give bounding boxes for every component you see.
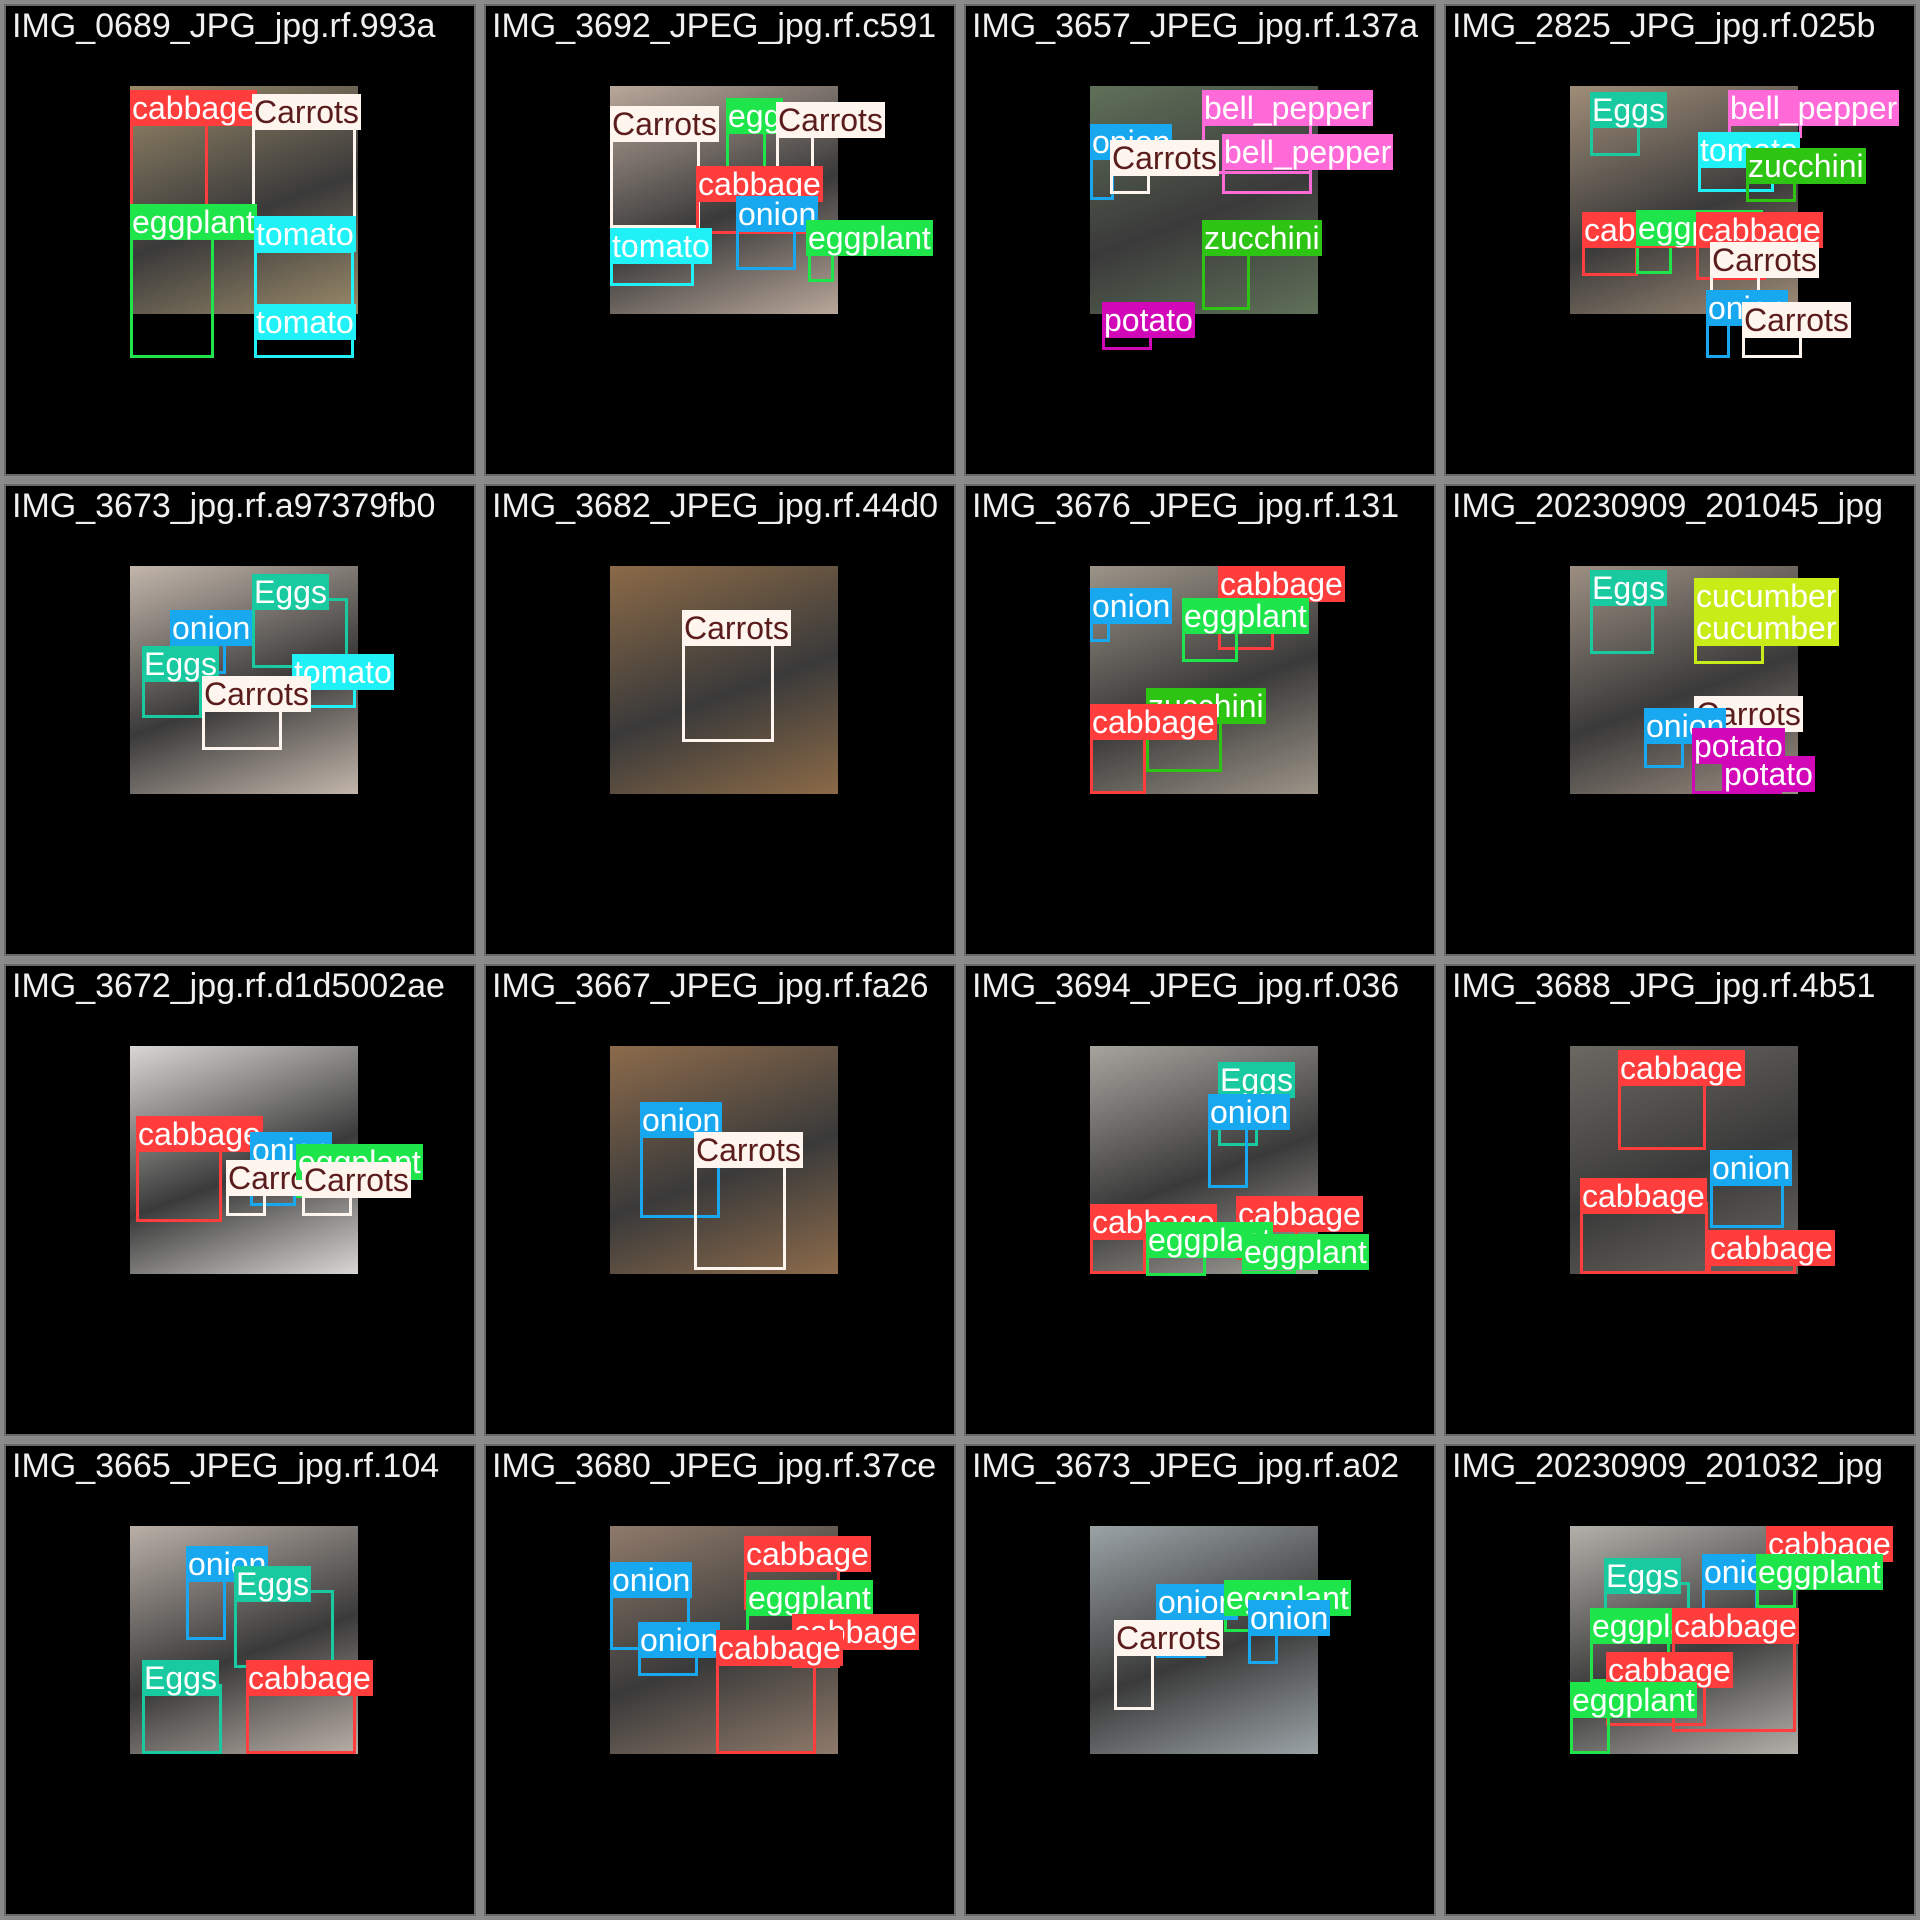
detection-label: egg — [726, 98, 784, 134]
detection-label: Eggs — [1590, 570, 1667, 606]
detection-label: potato — [1102, 302, 1195, 338]
detection-box — [130, 228, 214, 358]
tile-filename: IMG_20230909_201032_jpg — [1452, 1447, 1884, 1485]
tile-filename: IMG_2825_JPG_jpg.rf.025b — [1452, 7, 1876, 45]
mosaic-tile: IMG_3692_JPEG_jpg.rf.c591 Carrots egg Carro… — [484, 4, 956, 476]
detection-label: zucchini — [1202, 220, 1322, 256]
detection-label: Carrots — [682, 610, 791, 646]
tile-filename: IMG_3672_jpg.rf.d1d5002ae — [12, 967, 445, 1005]
mosaic-tile: IMG_0689_JPG_jpg.rf.993acabbage Carrots eg… — [4, 4, 476, 476]
tile-filename: IMG_3682_JPEG_jpg.rf.44d0 — [492, 487, 939, 525]
detection-label: Carrots — [1110, 140, 1219, 176]
detection-label: onion — [638, 1622, 721, 1658]
tile-filename: IMG_3680_JPEG_jpg.rf.37ce — [492, 1447, 937, 1485]
detection-label: Carrots — [776, 102, 885, 138]
detection-label: cabbage — [1618, 1050, 1745, 1086]
detection-label: onion — [170, 610, 253, 646]
mosaic-tile: IMG_3673_jpg.rf.a97379fb0 Eggs onion Eggs to… — [4, 484, 476, 956]
detection-label: Carrots — [694, 1132, 803, 1168]
detection-label: cabbage — [1580, 1178, 1707, 1214]
detection-box — [136, 1140, 222, 1222]
detection-label: Eggs — [1590, 92, 1667, 128]
detection-label: Carrots — [252, 94, 361, 130]
detection-label: Eggs — [1604, 1558, 1681, 1594]
mosaic-tile: IMG_3676_JPEG_jpg.rf.131cabbage onion eggp… — [964, 484, 1436, 956]
detection-label: cabbage — [1090, 704, 1217, 740]
detection-label: cabbage — [1708, 1230, 1835, 1266]
tile-filename: IMG_20230909_201045_jpg — [1452, 487, 1884, 525]
detection-label: cabbage — [246, 1660, 373, 1696]
detection-label: cucumber — [1694, 610, 1839, 646]
detection-label: Carrots — [1710, 242, 1819, 278]
detection-label: Eggs — [1218, 1062, 1295, 1098]
detection-label: cabbage — [130, 90, 257, 126]
detection-label: cabbage — [744, 1536, 871, 1572]
detection-label: eggplant — [1182, 598, 1309, 634]
tile-filename: IMG_3667_JPEG_jpg.rf.fa26 — [492, 967, 929, 1005]
detection-label: cucumber — [1694, 578, 1839, 614]
detection-label: Carrots — [1114, 1620, 1223, 1656]
detection-label: zucchini — [1746, 148, 1866, 184]
detection-label: eggplant — [130, 204, 257, 240]
detection-box — [682, 634, 774, 742]
detection-label: eggplant — [1756, 1554, 1883, 1590]
detection-box — [610, 130, 700, 228]
detection-label: eggplant — [1570, 1682, 1697, 1718]
detection-label: cabbage — [1672, 1608, 1799, 1644]
detection-label: tomato — [254, 304, 356, 340]
mosaic-tile: IMG_3665_JPEG_jpg.rf.104 onion Eggs Eggs cab… — [4, 1444, 476, 1916]
detection-label: eggplant — [806, 220, 933, 256]
detection-label: eggplant — [1242, 1234, 1369, 1270]
detection-label: onion — [1208, 1094, 1291, 1130]
detection-label: bell_pepper — [1728, 90, 1900, 126]
detection-box — [694, 1156, 786, 1270]
tile-filename: IMG_3694_JPEG_jpg.rf.036 — [972, 967, 1400, 1005]
detection-label: Carrots — [610, 106, 719, 142]
detection-label: cabbage — [1218, 566, 1345, 602]
tile-filename: IMG_3692_JPEG_jpg.rf.c591 — [492, 7, 937, 45]
mosaic-tile: IMG_3672_jpg.rf.d1d5002ae cabbage onion Car… — [4, 964, 476, 1436]
tile-filename: IMG_3688_JPG_jpg.rf.4b51 — [1452, 967, 1876, 1005]
tile-filename: IMG_3665_JPEG_jpg.rf.104 — [12, 1447, 440, 1485]
detection-label: onion — [1090, 588, 1173, 624]
detection-label: onion — [1710, 1150, 1793, 1186]
detection-label: onion — [1248, 1600, 1331, 1636]
mosaic-tile: IMG_2825_JPG_jpg.rf.025bEggsbell_peppert… — [1444, 4, 1916, 476]
detection-label: onion — [610, 1562, 693, 1598]
detection-label: bell_pepper — [1222, 134, 1394, 170]
tile-filename: IMG_3657_JPEG_jpg.rf.137a — [972, 7, 1419, 45]
detection-label: Carrots — [302, 1162, 411, 1198]
mosaic-tile: IMG_3682_JPEG_jpg.rf.44d0 Carrots — [484, 484, 956, 956]
mosaic-tile: IMG_3680_JPEG_jpg.rf.37ce cabbage onion egg… — [484, 1444, 956, 1916]
mosaic-tile: IMG_3688_JPG_jpg.rf.4b51 cabbage onion cabb… — [1444, 964, 1916, 1436]
detection-label: tomato — [610, 228, 712, 264]
detection-label: bell_pepper — [1202, 90, 1374, 126]
detection-label: cabbage — [716, 1630, 843, 1666]
detection-label: potato — [1722, 756, 1815, 792]
mosaic-tile: IMG_3673_JPEG_jpg.rf.a02 onion eggplant Car… — [964, 1444, 1436, 1916]
mosaic-tile: IMG_20230909_201032_jpg cabbage Eggs onion e… — [1444, 1444, 1916, 1916]
detection-label: Eggs — [142, 1660, 219, 1696]
detection-label: Carrots — [202, 676, 311, 712]
mosaic-tile: IMG_3657_JPEG_jpg.rf.137abell_pepperonio… — [964, 4, 1436, 476]
mosaic-tile: IMG_20230909_201045_jpg Eggs cucumber cucum… — [1444, 484, 1916, 956]
detection-label: cabbage — [136, 1116, 263, 1152]
detection-label: Eggs — [234, 1566, 311, 1602]
detection-label: eggplant — [746, 1580, 873, 1616]
tile-filename: IMG_3673_jpg.rf.a97379fb0 — [12, 487, 436, 525]
mosaic-tile: IMG_3667_JPEG_jpg.rf.fa26 onion Carrots — [484, 964, 956, 1436]
mosaic-grid: IMG_0689_JPG_jpg.rf.993a cabbage Carrots eg… — [0, 0, 1920, 1920]
detection-box — [716, 1654, 816, 1754]
detection-label: tomato — [254, 216, 356, 252]
tile-filename: IMG_0689_JPG_jpg.rf.993a — [12, 7, 436, 45]
tile-filename: IMG_3673_JPEG_jpg.rf.a02 — [972, 1447, 1400, 1485]
mosaic-tile: IMG_3694_JPEG_jpg.rf.036 Eggs onion cabbage… — [964, 964, 1436, 1436]
detection-label: Carrots — [1742, 302, 1851, 338]
detection-label: Eggs — [252, 574, 329, 610]
tile-filename: IMG_3676_JPEG_jpg.rf.131 — [972, 487, 1400, 525]
